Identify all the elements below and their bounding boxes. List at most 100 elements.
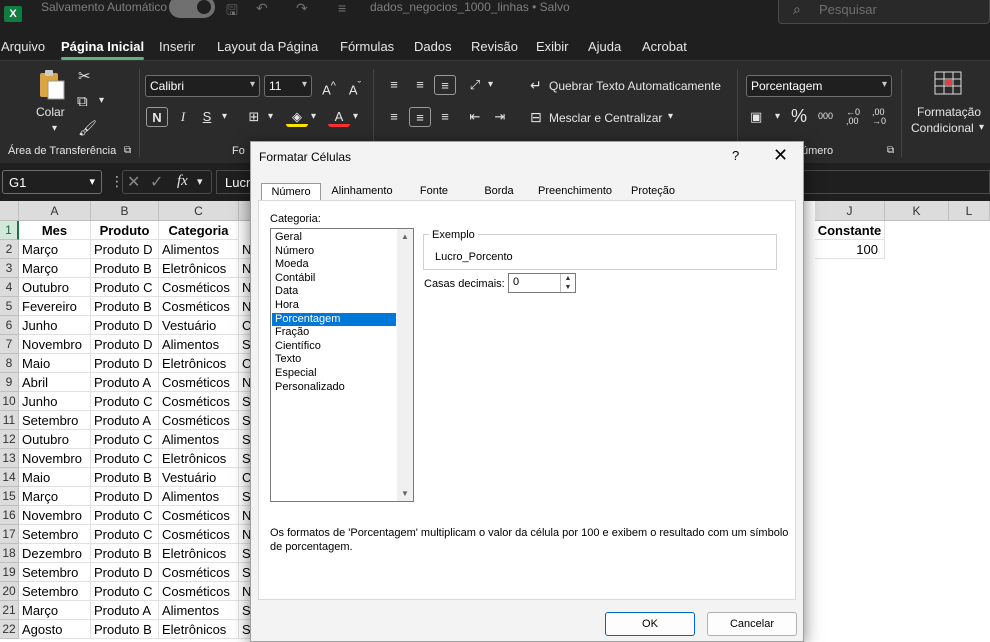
format-painter-icon[interactable]: 🖌	[78, 119, 97, 137]
ok-button[interactable]: OK	[605, 612, 695, 636]
scroll-up-icon[interactable]: ▲	[401, 232, 409, 241]
table-cell[interactable]: Eletrônicos	[159, 544, 239, 563]
tab-formulas[interactable]: Fórmulas	[340, 39, 394, 54]
row-header[interactable]: 2	[0, 240, 19, 259]
tab-numero[interactable]: Número	[261, 183, 321, 201]
conditional-formatting-label-2[interactable]: Condicional	[911, 121, 974, 135]
scroll-down-icon[interactable]: ▼	[401, 489, 409, 498]
table-cell[interactable]: Produto D	[91, 335, 159, 354]
category-list[interactable]: ▲ ▼ Geral Número Moeda Contábil Data Hora Porc…	[270, 228, 414, 502]
table-cell[interactable]: Produto C	[91, 582, 159, 601]
category-scrollbar[interactable]: ▲ ▼	[397, 229, 413, 501]
table-cell[interactable]: Cosméticos	[159, 278, 239, 297]
number-launcher-icon[interactable]: ⧉	[887, 145, 894, 156]
align-right-icon[interactable]: ≡	[434, 107, 456, 127]
customize-qat-icon[interactable]: ≡	[338, 0, 346, 16]
row-header[interactable]: 1	[0, 221, 19, 240]
row-header[interactable]: 18	[0, 544, 19, 563]
header-cell-produto[interactable]: Produto	[91, 221, 159, 240]
font-name-combo[interactable]: Calibri ▾	[145, 75, 260, 97]
table-cell[interactable]: Abril	[19, 373, 91, 392]
tab-layout[interactable]: Layout da Página	[217, 39, 318, 54]
table-cell[interactable]: Produto C	[91, 449, 159, 468]
borders-dropdown-icon[interactable]: ▾	[268, 111, 273, 122]
tab-protecao[interactable]: Proteção	[621, 183, 685, 201]
row-header[interactable]: 4	[0, 278, 19, 297]
function-dropdown-icon[interactable]: ▾	[197, 175, 203, 188]
table-cell[interactable]: Produto D	[91, 354, 159, 373]
column-header-k[interactable]: K	[885, 201, 949, 221]
category-item[interactable]: Data	[272, 285, 396, 299]
clipboard-launcher-icon[interactable]: ⧉	[124, 145, 131, 156]
row-header[interactable]: 8	[0, 354, 19, 373]
tab-preenchimento[interactable]: Preenchimento	[533, 183, 617, 201]
copy-icon[interactable]: ⧉	[77, 93, 88, 110]
tab-borda[interactable]: Borda	[469, 183, 529, 201]
document-title[interactable]: dados_negocios_1000_linhas • Salvo	[370, 0, 570, 14]
grow-font-icon[interactable]: A^	[318, 76, 340, 97]
table-cell[interactable]: Setembro	[19, 525, 91, 544]
table-cell[interactable]: Alimentos	[159, 240, 239, 259]
orientation-dropdown-icon[interactable]: ▾	[488, 79, 493, 90]
wrap-text-icon[interactable]: ↵	[530, 77, 542, 94]
font-color-icon[interactable]: A	[328, 107, 350, 127]
table-cell[interactable]: Alimentos	[159, 601, 239, 620]
table-cell[interactable]: Outubro	[19, 430, 91, 449]
category-item[interactable]: Científico	[272, 340, 396, 354]
column-header-b[interactable]: B	[91, 201, 159, 221]
table-cell[interactable]: Novembro	[19, 449, 91, 468]
tab-revisao[interactable]: Revisão	[471, 39, 518, 54]
tab-arquivo[interactable]: Arquivo	[1, 39, 45, 54]
table-cell[interactable]: Maio	[19, 354, 91, 373]
undo-icon[interactable]: ↶	[256, 0, 268, 17]
row-header[interactable]: 19	[0, 563, 19, 582]
table-cell[interactable]: Junho	[19, 316, 91, 335]
table-cell[interactable]: Produto C	[91, 525, 159, 544]
borders-icon[interactable]: ⊞	[243, 107, 265, 127]
row-header[interactable]: 5	[0, 297, 19, 316]
table-cell[interactable]: Eletrônicos	[159, 354, 239, 373]
table-cell[interactable]: Cosméticos	[159, 506, 239, 525]
bold-button[interactable]: N	[146, 107, 168, 127]
table-cell[interactable]: Eletrônicos	[159, 620, 239, 639]
align-left-icon[interactable]: ≡	[383, 107, 405, 127]
fill-color-icon[interactable]: ◈	[286, 107, 308, 127]
table-cell[interactable]: Produto A	[91, 601, 159, 620]
redo-icon[interactable]: ↷	[296, 0, 308, 17]
tab-dados[interactable]: Dados	[414, 39, 452, 54]
increase-decimal-icon[interactable]: ←0,00	[846, 108, 860, 126]
table-cell[interactable]: Dezembro	[19, 544, 91, 563]
table-cell[interactable]: Eletrônicos	[159, 259, 239, 278]
decimal-places-input[interactable]: 0 ▲ ▼	[508, 273, 576, 293]
increase-indent-icon[interactable]: ⇥	[489, 107, 511, 127]
table-cell[interactable]: Março	[19, 487, 91, 506]
table-cell[interactable]: Produto B	[91, 259, 159, 278]
row-header[interactable]: 17	[0, 525, 19, 544]
help-button[interactable]: ?	[732, 148, 739, 163]
table-cell[interactable]: Outubro	[19, 278, 91, 297]
table-cell[interactable]: Junho	[19, 392, 91, 411]
table-cell[interactable]: Produto B	[91, 620, 159, 639]
copy-dropdown-icon[interactable]: ▾	[99, 95, 104, 106]
shrink-font-icon[interactable]: Aˇ	[344, 76, 366, 97]
orientation-icon[interactable]: ⤢	[464, 75, 486, 95]
conditional-formatting-dropdown-icon[interactable]: ▾	[979, 122, 984, 133]
accounting-dropdown-icon[interactable]: ▾	[775, 111, 780, 122]
close-icon[interactable]: ✕	[773, 145, 788, 166]
row-header[interactable]: 3	[0, 259, 19, 278]
font-size-combo[interactable]: 11 ▾	[264, 75, 312, 97]
font-color-dropdown-icon[interactable]: ▾	[353, 111, 358, 122]
row-header[interactable]: 9	[0, 373, 19, 392]
decimal-spinner[interactable]: ▲ ▼	[560, 274, 575, 292]
table-cell[interactable]: Produto C	[91, 430, 159, 449]
table-cell[interactable]: Cosméticos	[159, 392, 239, 411]
table-cell[interactable]: Produto D	[91, 487, 159, 506]
tab-pagina-inicial[interactable]: Página Inicial	[61, 39, 145, 60]
column-header-c[interactable]: C	[159, 201, 239, 221]
align-center-icon[interactable]: ≡	[409, 107, 431, 127]
category-item[interactable]: Moeda	[272, 258, 396, 272]
category-item[interactable]: Contábil	[272, 272, 396, 286]
table-cell[interactable]: Agosto	[19, 620, 91, 639]
merge-dropdown-icon[interactable]: ▾	[668, 111, 673, 122]
row-header[interactable]: 13	[0, 449, 19, 468]
